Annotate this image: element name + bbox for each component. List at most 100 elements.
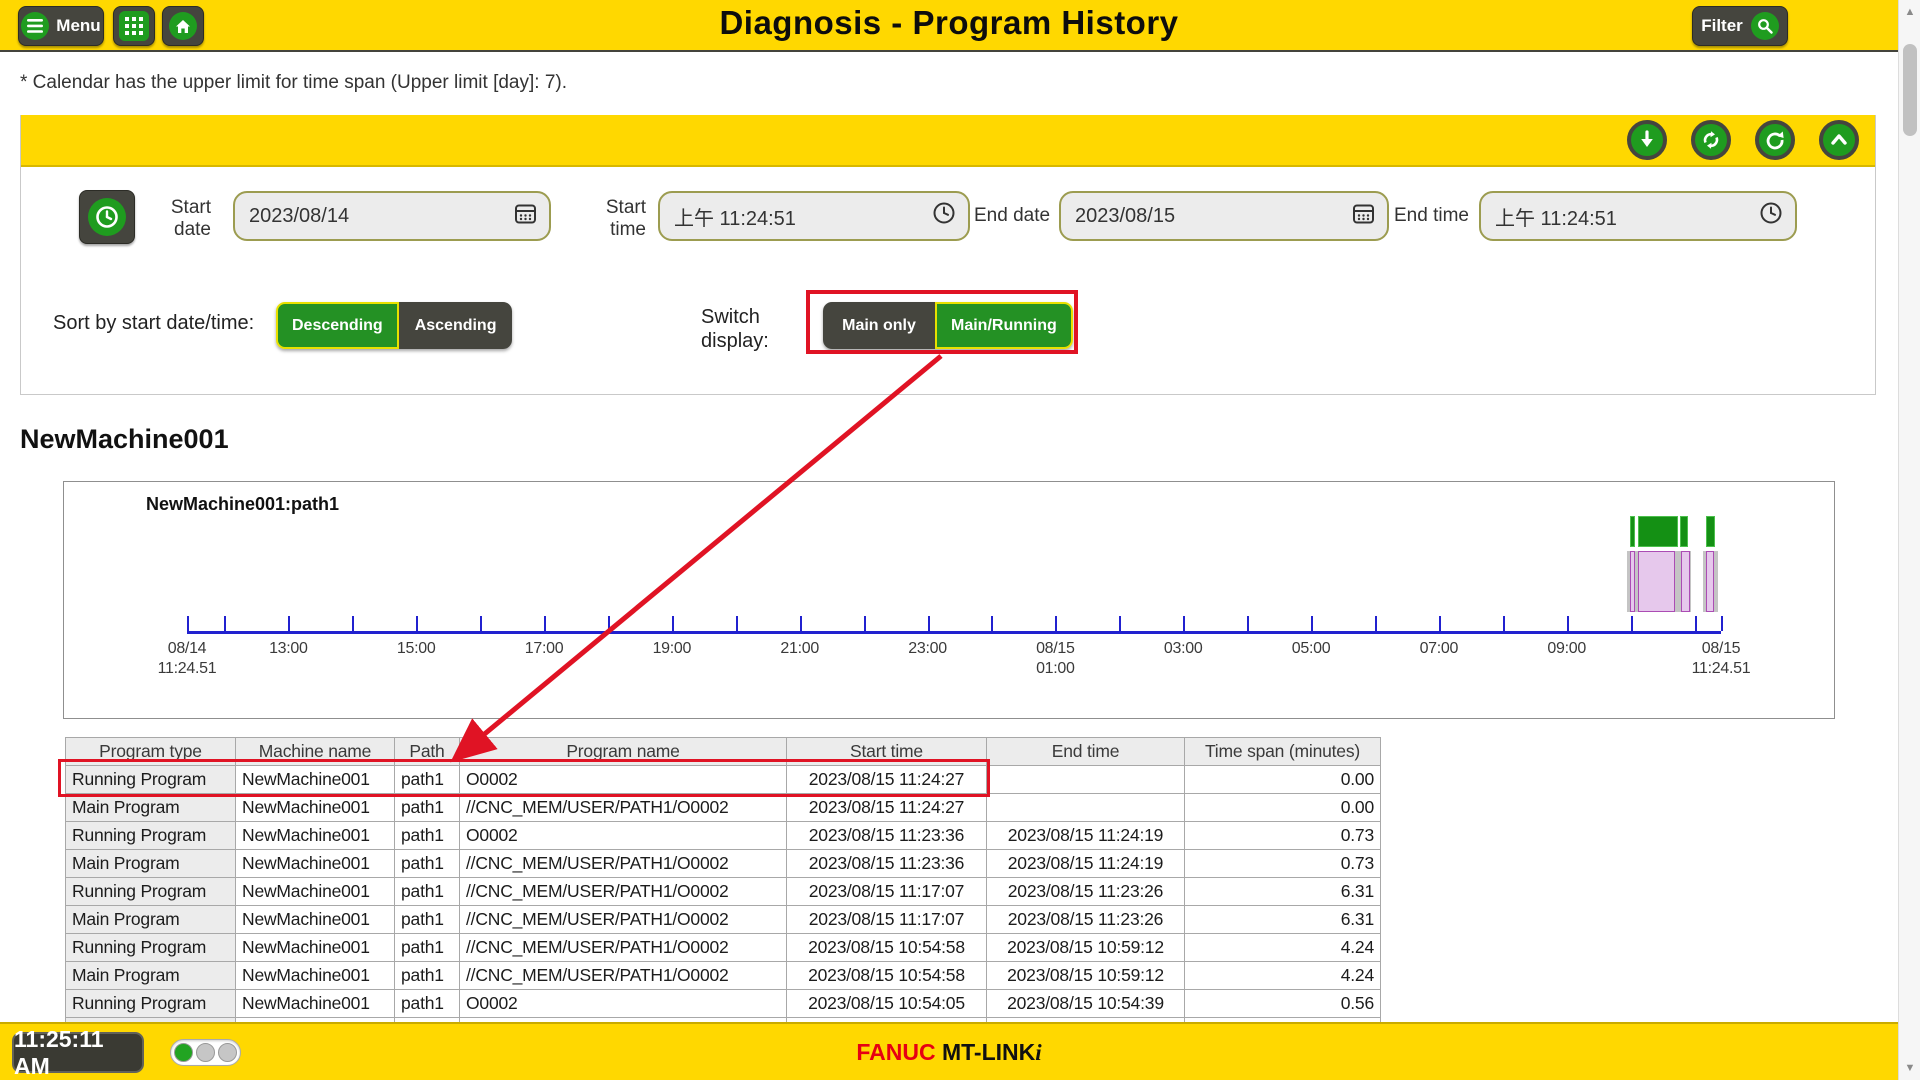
axis-tick	[928, 616, 930, 631]
start-time-input[interactable]: 上午 11:24:51	[658, 191, 970, 241]
table-cell: 2023/08/15 11:23:26	[987, 878, 1185, 906]
table-cell	[987, 766, 1185, 794]
auto-refresh-button[interactable]	[1691, 120, 1731, 160]
table-cell: O0002	[460, 822, 787, 850]
scroll-up-icon[interactable]: ▲	[1899, 2, 1920, 22]
axis-tick	[1247, 616, 1249, 631]
main-program-bar	[1681, 551, 1689, 612]
table-row[interactable]: Main ProgramNewMachine001path1//CNC_MEM/…	[66, 794, 1381, 822]
table-row[interactable]: Main ProgramNewMachine001path1//CNC_MEM/…	[66, 962, 1381, 990]
axis-tick	[672, 616, 674, 631]
table-cell: path1	[395, 962, 460, 990]
axis-tick	[1119, 616, 1121, 631]
table-cell: 2023/08/15 10:54:58	[787, 934, 987, 962]
table-row[interactable]: Running ProgramNewMachine001path1O000220…	[66, 990, 1381, 1018]
switch-option-main-running[interactable]: Main/Running	[935, 302, 1073, 349]
table-row[interactable]: Running ProgramNewMachine001path1O000220…	[66, 822, 1381, 850]
table-cell: 2023/08/15 10:59:12	[987, 934, 1185, 962]
vertical-scrollbar[interactable]: ▲ ▼	[1898, 0, 1920, 1080]
filter-button[interactable]: Filter	[1692, 6, 1788, 46]
page-title: Diagnosis - Program History	[0, 4, 1898, 42]
sort-label: Sort by start date/time:	[53, 311, 254, 335]
system-clock: 11:25:11 AM	[12, 1032, 144, 1073]
table-cell: path1	[395, 934, 460, 962]
axis-tick	[288, 616, 290, 631]
table-cell: 2023/08/15 10:59:12	[987, 962, 1185, 990]
switch-option-main-only[interactable]: Main only	[823, 302, 935, 349]
end-time-input[interactable]: 上午 11:24:51	[1479, 191, 1797, 241]
table-cell: 2023/08/15 10:54:58	[787, 962, 987, 990]
calendar-icon[interactable]	[1352, 202, 1375, 231]
axis-tick-label: 05:00	[1292, 639, 1331, 659]
top-header: Diagnosis - Program History Menu Filte	[0, 0, 1898, 52]
axis-tick	[1631, 616, 1633, 631]
table-cell: path1	[395, 794, 460, 822]
table-cell: 2023/08/15 10:54:05	[787, 990, 987, 1018]
table-cell: O0002	[460, 990, 787, 1018]
home-button[interactable]	[162, 6, 204, 46]
table-cell: 0.00	[1185, 794, 1381, 822]
table-cell: Running Program	[66, 878, 236, 906]
grid-icon	[119, 11, 149, 41]
table-cell: 2023/08/15 11:23:36	[787, 850, 987, 878]
table-cell: O0002	[460, 766, 787, 794]
table-cell: 2023/08/15 11:23:36	[787, 822, 987, 850]
end-time-value: 上午 11:24:51	[1495, 202, 1759, 231]
sort-option-ascending[interactable]: Ascending	[399, 302, 513, 349]
table-row[interactable]: Running ProgramNewMachine001path1O000220…	[66, 766, 1381, 794]
clock-small-icon[interactable]	[1759, 201, 1783, 231]
end-date-input[interactable]: 2023/08/15	[1059, 191, 1389, 241]
table-cell: 2023/08/15 11:24:27	[787, 766, 987, 794]
reload-button[interactable]	[1755, 120, 1795, 160]
status-bar: 11:25:11 AM FANUC MT-LINKi	[0, 1022, 1898, 1080]
hamburger-icon	[21, 12, 49, 40]
axis-tick	[1721, 616, 1723, 631]
axis-tick	[187, 616, 189, 631]
table-cell: 6.31	[1185, 878, 1381, 906]
table-row[interactable]: Main ProgramNewMachine001path1//CNC_MEM/…	[66, 850, 1381, 878]
sort-option-descending[interactable]: Descending	[276, 302, 399, 349]
brand-i: i	[1035, 1040, 1041, 1065]
program-history-page: Diagnosis - Program History Menu Filte	[0, 0, 1920, 1080]
table-cell: NewMachine001	[236, 822, 395, 850]
axis-tick	[352, 616, 354, 631]
axis-tick	[480, 616, 482, 631]
clock-small-icon[interactable]	[932, 201, 956, 231]
table-cell: 2023/08/15 11:24:27	[787, 794, 987, 822]
column-header-program-name: Program name	[460, 738, 787, 766]
table-cell: 4.24	[1185, 962, 1381, 990]
table-cell: //CNC_MEM/USER/PATH1/O0002	[460, 794, 787, 822]
table-cell: //CNC_MEM/USER/PATH1/O0002	[460, 962, 787, 990]
column-header-program-type: Program type	[66, 738, 236, 766]
panel-toolbar	[21, 115, 1875, 167]
table-row[interactable]: Running ProgramNewMachine001path1//CNC_M…	[66, 934, 1381, 962]
axis-tick-label: 07:00	[1420, 639, 1459, 659]
table-cell: NewMachine001	[236, 850, 395, 878]
table-cell: 0.56	[1185, 990, 1381, 1018]
running-program-bar	[1680, 516, 1688, 547]
program-history-table: Program typeMachine namePathProgram name…	[65, 737, 1381, 1022]
table-row[interactable]: Main ProgramNewMachine001path1//CNC_MEM/…	[66, 906, 1381, 934]
start-date-input[interactable]: 2023/08/14	[233, 191, 551, 241]
calendar-icon[interactable]	[514, 202, 537, 231]
collapse-button[interactable]	[1819, 120, 1859, 160]
axis-tick	[1503, 616, 1505, 631]
apps-grid-button[interactable]	[113, 6, 155, 46]
table-row[interactable]: Running ProgramNewMachine001path1//CNC_M…	[66, 878, 1381, 906]
table-cell: //CNC_MEM/USER/PATH1/O0002	[460, 878, 787, 906]
time-range-button[interactable]	[79, 190, 135, 244]
start-date-value: 2023/08/14	[249, 205, 514, 228]
table-cell: //CNC_MEM/USER/PATH1/O0002	[460, 850, 787, 878]
table-cell: NewMachine001	[236, 990, 395, 1018]
clock-icon	[88, 198, 126, 236]
download-button[interactable]	[1627, 120, 1667, 160]
axis-tick	[1311, 616, 1313, 631]
status-lights	[170, 1039, 241, 1066]
table-cell: 2023/08/15 11:17:07	[787, 878, 987, 906]
table-cell: Main Program	[66, 850, 236, 878]
filter-label: Filter	[1701, 16, 1743, 36]
menu-button[interactable]: Menu	[18, 6, 104, 46]
scrollbar-thumb[interactable]	[1903, 44, 1917, 136]
axis-tick	[1183, 616, 1185, 631]
scroll-down-icon[interactable]: ▼	[1899, 1058, 1920, 1078]
